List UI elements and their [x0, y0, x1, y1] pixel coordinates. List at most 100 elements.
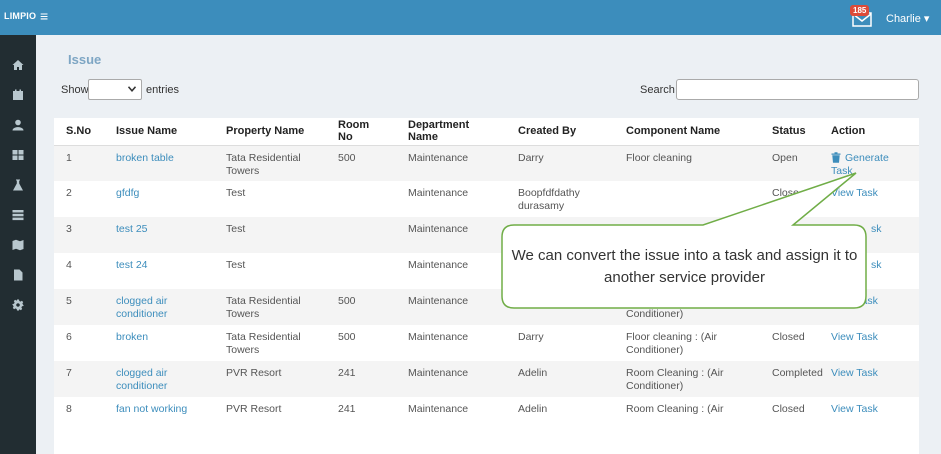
issue-name-link[interactable]: broken table — [104, 145, 214, 181]
file-icon[interactable] — [8, 265, 28, 285]
cell-room — [326, 253, 396, 289]
issue-name-link[interactable]: clogged air conditioner — [104, 361, 214, 397]
table-header-row: S.No Issue Name Property Name Room No De… — [54, 118, 919, 146]
column-header[interactable]: Created By — [506, 118, 614, 146]
search-label: Search — [640, 84, 675, 96]
cell-created-by: Darry — [518, 331, 544, 343]
home-icon[interactable] — [8, 55, 28, 75]
show-label: Show — [61, 84, 89, 96]
cell-component: Floor cleaning : (Air Conditioner) — [614, 289, 760, 325]
cell-department: Maintenance — [408, 259, 469, 271]
cell-action: View Task — [819, 181, 919, 217]
column-header[interactable]: Status — [760, 118, 819, 146]
table-row: 3 test 25 Test Maintenance sk — [54, 217, 919, 253]
table-row: 7 clogged air conditioner PVR Resort 241… — [54, 361, 919, 397]
cell-status — [760, 253, 819, 289]
cell-action: sk — [819, 253, 919, 289]
cell-status: Closed — [772, 331, 805, 343]
view-task-link[interactable]: sk — [831, 223, 882, 235]
flask-icon[interactable] — [8, 175, 28, 195]
view-task-link[interactable]: View Task — [831, 403, 878, 415]
column-header[interactable]: Department Name — [396, 118, 506, 146]
cell-status: Closed — [760, 289, 819, 325]
table-row: 2 gfdfg Test Maintenance Boopfdfdathy du… — [54, 181, 919, 217]
issue-table-container: S.No Issue Name Property Name Room No De… — [54, 118, 919, 454]
cell-status — [760, 217, 819, 253]
issue-name-link[interactable]: test 24 — [104, 253, 214, 289]
chevron-down-icon — [128, 86, 136, 92]
table-row: 1 broken table Tata Residential Towers 5… — [54, 145, 919, 181]
view-task-link[interactable]: View Task — [831, 295, 878, 307]
gear-icon[interactable] — [8, 295, 28, 315]
column-header[interactable]: S.No — [54, 118, 104, 146]
cell-department: Maintenance — [396, 289, 506, 325]
column-header[interactable]: Issue Name — [104, 118, 214, 146]
cell-sno: 7 — [54, 361, 104, 397]
column-header[interactable]: Room No — [326, 118, 396, 146]
cell-created-by — [506, 217, 614, 253]
main-content: Issue Show entries Search S.No Issue Nam… — [36, 35, 941, 454]
sidebar — [0, 35, 36, 454]
view-task-link[interactable]: View Task — [831, 367, 878, 379]
cell-action: View Task — [819, 289, 919, 325]
table-row: 8 fan not working PVR Resort 241 Mainten… — [54, 397, 919, 433]
issue-name-link[interactable]: broken — [104, 325, 214, 361]
cell-created-by — [506, 253, 614, 289]
cell-component: Room Cleaning : (Air Conditioner) — [614, 361, 760, 397]
grid-icon[interactable] — [8, 145, 28, 165]
cell-sno: 6 — [66, 331, 72, 343]
cell-action: View Task — [819, 325, 919, 361]
cell-property: Tata Residential Towers — [214, 289, 326, 325]
user-name: Charlie — [886, 13, 921, 25]
cell-action: View Task — [819, 397, 919, 433]
user-menu[interactable]: Charlie ▾ — [886, 12, 929, 25]
cell-room: 500 — [326, 289, 396, 325]
view-task-link[interactable]: sk — [831, 259, 882, 271]
cell-action: sk — [819, 217, 919, 253]
cell-sno: 5 — [54, 289, 104, 325]
cell-room: 500 — [338, 331, 356, 343]
cell-property: Test — [214, 217, 326, 253]
menu-toggle-icon[interactable]: ≡ — [40, 8, 48, 24]
issue-name-link[interactable]: clogged air conditioner — [104, 289, 214, 325]
page-title: Issue — [68, 52, 102, 67]
trash-icon — [831, 151, 841, 163]
column-header[interactable]: Property Name — [214, 118, 326, 146]
cell-property: Test — [226, 259, 246, 271]
cell-room — [326, 217, 396, 253]
generate-task-link[interactable]: Generate Task — [831, 152, 889, 177]
cell-property: Tata Residential Towers — [214, 145, 326, 181]
issue-table: S.No Issue Name Property Name Room No De… — [54, 118, 919, 433]
entries-select[interactable] — [88, 79, 142, 100]
cell-created-by: Darry — [506, 289, 614, 325]
cell-department: Maintenance — [408, 403, 469, 415]
cell-component: Room Cleaning : (Air — [626, 403, 724, 415]
view-task-link[interactable]: View Task — [831, 187, 878, 199]
issue-name-link[interactable]: gfdfg — [104, 181, 214, 217]
column-header[interactable]: Action — [819, 118, 919, 146]
cell-room — [326, 181, 396, 217]
cell-action: Generate Task — [819, 145, 919, 181]
entries-label: entries — [146, 84, 180, 96]
view-task-link[interactable]: View Task — [831, 331, 878, 343]
cell-sno: 2 — [66, 187, 72, 199]
issue-name-link[interactable]: fan not working — [104, 397, 214, 433]
cell-department: Maintenance — [396, 217, 506, 253]
cell-room: 241 — [338, 403, 356, 415]
search-input[interactable] — [676, 79, 919, 100]
issue-name-link[interactable]: test 25 — [104, 217, 214, 253]
brand-logo[interactable]: LIMPIO — [4, 11, 36, 21]
cell-room: 500 — [326, 145, 396, 181]
top-navbar: LIMPIO ≡ 185 Charlie ▾ — [0, 0, 941, 35]
calendar-icon[interactable] — [8, 85, 28, 105]
cell-action: View Task — [819, 361, 919, 397]
cell-sno: 1 — [54, 145, 104, 181]
cell-sno: 4 — [66, 259, 72, 271]
cell-sno: 3 — [54, 217, 104, 253]
cell-created-by: Adelin — [518, 403, 548, 415]
list-icon[interactable] — [8, 205, 28, 225]
column-header[interactable]: Component Name — [614, 118, 760, 146]
cell-component — [614, 253, 760, 289]
user-icon[interactable] — [8, 115, 28, 135]
map-icon[interactable] — [8, 235, 28, 255]
